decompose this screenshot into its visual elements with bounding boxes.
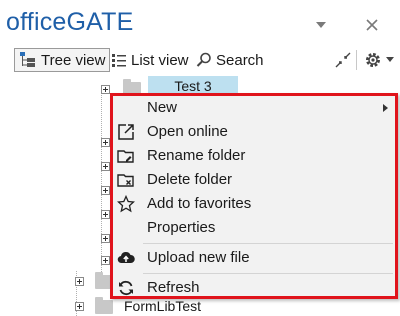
menu-item-delete-folder[interactable]: Delete folder bbox=[113, 168, 395, 192]
menu-item-label: Open online bbox=[147, 123, 228, 140]
menu-item-label: Refresh bbox=[147, 279, 200, 296]
menu-item-refresh[interactable]: Refresh bbox=[113, 276, 395, 300]
tree-view-icon bbox=[19, 51, 37, 69]
expand-toggle-icon[interactable] bbox=[75, 277, 84, 286]
tree-node-label[interactable]: FormLibTest bbox=[124, 298, 201, 314]
delete-folder-icon bbox=[117, 171, 135, 189]
menu-item-label: Rename folder bbox=[147, 147, 246, 164]
menu-separator bbox=[143, 273, 393, 274]
expand-toggle-icon[interactable] bbox=[101, 162, 110, 171]
search-icon bbox=[196, 52, 212, 68]
expand-toggle-icon[interactable] bbox=[101, 210, 110, 219]
title-bar: officeGATE bbox=[0, 0, 400, 44]
menu-item-new[interactable]: New bbox=[113, 96, 395, 120]
menu-separator bbox=[143, 243, 393, 244]
star-icon bbox=[116, 194, 136, 213]
rename-folder-icon bbox=[117, 147, 135, 165]
list-view-button[interactable]: List view bbox=[107, 48, 193, 72]
expand-toggle-icon[interactable] bbox=[101, 186, 110, 195]
settings-button[interactable] bbox=[360, 48, 398, 72]
search-button[interactable]: Search bbox=[192, 48, 268, 72]
refresh-icon bbox=[117, 279, 135, 297]
expand-toggle-icon[interactable] bbox=[101, 138, 110, 147]
menu-item-open-online[interactable]: Open online bbox=[113, 120, 395, 144]
chevron-down-icon bbox=[386, 57, 394, 63]
collapse-button[interactable] bbox=[330, 48, 356, 72]
context-menu: New Open online Rename folder Delete fol… bbox=[110, 93, 398, 299]
toolbar-divider bbox=[356, 50, 357, 70]
expand-toggle-icon[interactable] bbox=[101, 85, 110, 94]
folder-icon bbox=[95, 297, 113, 314]
expand-toggle-icon[interactable] bbox=[101, 256, 110, 265]
menu-item-add-to-favorites[interactable]: Add to favorites bbox=[113, 192, 395, 216]
tree-node-label: Test 3 bbox=[174, 78, 212, 94]
menu-item-label: Properties bbox=[147, 219, 216, 236]
gear-icon bbox=[364, 51, 382, 69]
toolbar: Tree view List view Search bbox=[0, 46, 400, 74]
collapse-arrows-icon bbox=[334, 51, 352, 69]
menu-item-properties[interactable]: Properties bbox=[113, 216, 395, 240]
menu-item-label: Add to favorites bbox=[147, 195, 252, 212]
tree-view-label: Tree view bbox=[41, 51, 106, 69]
menu-item-upload-new-file[interactable]: Upload new file bbox=[113, 246, 395, 270]
list-view-icon bbox=[111, 52, 127, 68]
tree-view-button[interactable]: Tree view bbox=[14, 48, 111, 72]
expand-toggle-icon[interactable] bbox=[75, 302, 84, 311]
search-label: Search bbox=[216, 51, 264, 69]
external-link-icon bbox=[117, 123, 135, 141]
list-view-label: List view bbox=[131, 51, 189, 69]
expand-toggle-icon[interactable] bbox=[101, 234, 110, 243]
menu-item-label: Upload new file bbox=[147, 249, 250, 266]
submenu-arrow-icon bbox=[383, 104, 388, 112]
upload-cloud-icon bbox=[117, 249, 135, 267]
app-title: officeGATE bbox=[6, 8, 134, 36]
menu-item-label: New bbox=[147, 99, 178, 116]
menu-item-rename-folder[interactable]: Rename folder bbox=[113, 144, 395, 168]
pin-dropdown-icon[interactable] bbox=[310, 14, 332, 36]
close-icon[interactable] bbox=[361, 14, 383, 36]
menu-item-label: Delete folder bbox=[147, 171, 233, 188]
